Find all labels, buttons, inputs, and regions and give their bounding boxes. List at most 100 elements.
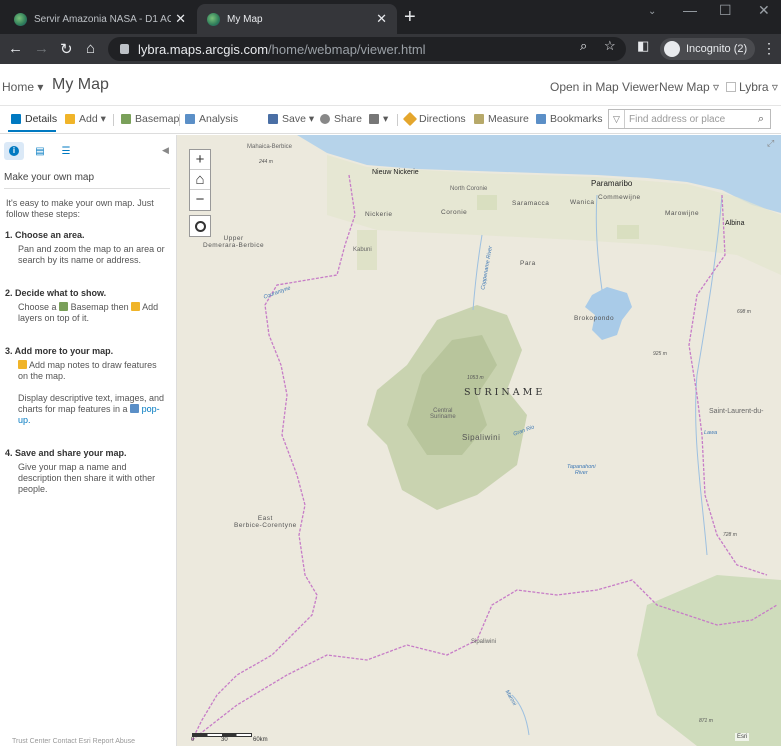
home-menu[interactable]: Home ▾: [2, 80, 43, 94]
measure-label: Measure: [488, 113, 529, 125]
basemap-button[interactable]: Basemap: [121, 113, 179, 125]
step-title: 2. Decide what to show.: [5, 288, 107, 298]
map-label-elevation: 1053 m: [467, 375, 484, 381]
collapse-sidebar-icon[interactable]: ◀: [162, 145, 169, 156]
step-body: Give your map a name and description the…: [18, 462, 156, 494]
map-label-nieuw-nickerie: Nieuw Nickerie: [372, 169, 419, 176]
address-bar[interactable]: lybra.maps.arcgis.com/home/webmap/viewer…: [108, 37, 626, 61]
esri-attribution[interactable]: Esri: [735, 733, 750, 741]
measure-button[interactable]: Measure: [474, 113, 529, 125]
coppename-river: [472, 234, 483, 311]
map-label-wanica: Wanica: [570, 199, 595, 206]
map-label-elevation: 925 m: [653, 351, 667, 357]
lock-icon: [120, 44, 129, 54]
search-input[interactable]: Find address or place: [625, 114, 752, 125]
user-avatar-icon: [726, 82, 736, 92]
map-label-east-berbice: East Berbice-Corentyne: [234, 515, 297, 529]
save-icon: [268, 114, 278, 124]
incognito-badge[interactable]: Incognito (2): [660, 38, 756, 60]
step-text: Choose a: [18, 302, 57, 312]
tab-search-icon[interactable]: ⌄: [648, 6, 656, 17]
home-icon[interactable]: ⌂: [86, 40, 95, 57]
map-label-nickerie: Nickerie: [365, 211, 393, 218]
map-label-marowijne: Marowijne: [665, 210, 700, 217]
tab-about[interactable]: i: [4, 142, 24, 160]
search-source-dropdown[interactable]: ▽: [609, 110, 625, 128]
map-label-lawa: Lawa: [704, 430, 718, 436]
tab-close-icon[interactable]: ✕: [175, 11, 186, 27]
browser-tab-servir[interactable]: Servir Amazonia NASA - D1 AGOL work ✕: [4, 4, 196, 34]
sidebar-heading: Make your own map: [4, 172, 170, 189]
default-extent-home-icon[interactable]: ⌂: [190, 170, 210, 190]
district-patch: [617, 225, 639, 239]
forward-arrow-icon[interactable]: →: [34, 40, 49, 57]
map-label-sipaliwini: Sipaliwini: [462, 433, 501, 442]
save-button[interactable]: Save ▾: [268, 113, 314, 125]
share-icon: [320, 114, 330, 124]
side-panel-icon[interactable]: ◧: [637, 38, 649, 54]
minimize-button[interactable]: —: [683, 2, 697, 18]
zoom-in-button[interactable]: +: [190, 150, 210, 170]
details-icon: [11, 114, 21, 124]
new-map-menu[interactable]: New Map ▿: [659, 80, 719, 94]
map-label-upper-demerara: Upper Demerara-Berbice: [203, 235, 265, 249]
maximize-button[interactable]: ☐: [719, 2, 732, 19]
search-icon[interactable]: ⌕: [752, 113, 770, 126]
tab-title: Servir Amazonia NASA - D1 AGOL work: [34, 13, 172, 25]
share-button[interactable]: Share: [320, 113, 362, 125]
reload-icon[interactable]: ↻: [60, 40, 73, 58]
bookmarks-button[interactable]: Bookmarks: [536, 113, 603, 125]
fullscreen-icon[interactable]: ⤢: [767, 138, 774, 149]
content-icon: ▤: [35, 145, 45, 157]
sidebar-footer-links[interactable]: Trust Center Contact Esri Report Abuse: [12, 738, 135, 745]
map-view[interactable]: + ⌂ − ⤢ Mahaica-Berbice 244 m Upper Deme…: [177, 135, 781, 746]
basemap-icon: [121, 114, 131, 124]
globe-favicon-icon: [207, 12, 220, 26]
browser-tab-my-map[interactable]: My Map ✕: [197, 4, 397, 34]
map-label-para: Para: [520, 260, 536, 267]
locate-button[interactable]: [189, 215, 211, 237]
share-label: Share: [334, 113, 363, 125]
page-title: My Map: [52, 76, 109, 93]
close-window-button[interactable]: ✕: [758, 2, 770, 19]
basemap-icon: [59, 302, 69, 311]
sidebar-instructions: It's easy to make your own map. Just fol…: [5, 198, 166, 517]
locate-icon: [194, 220, 206, 232]
zoom-out-button[interactable]: −: [190, 190, 210, 210]
step-title: 3. Add more to your map.: [5, 346, 114, 356]
intro-text: It's easy to make your own map. Just fol…: [6, 198, 154, 219]
details-button[interactable]: Details: [11, 113, 57, 125]
analysis-label: Analysis: [199, 113, 239, 125]
browser-menu-icon[interactable]: ⋮: [762, 40, 776, 57]
directions-button[interactable]: Directions: [402, 111, 466, 127]
step-text: Add map notes to draw features on the ma…: [18, 360, 157, 381]
add-button[interactable]: Add ▾: [65, 113, 106, 125]
district-patch: [477, 195, 497, 210]
map-label-brokopondo: Brokopondo: [574, 315, 615, 322]
new-tab-button[interactable]: +: [404, 6, 416, 29]
scale-label: 30: [221, 737, 228, 743]
incognito-icon: [664, 41, 680, 57]
directions-label: Directions: [419, 113, 466, 125]
incognito-label: Incognito (2): [686, 43, 748, 55]
step-title: 4. Save and share your map.: [5, 448, 127, 458]
tab-content[interactable]: ▤: [30, 142, 50, 160]
user-menu[interactable]: Lybra ▿: [726, 80, 778, 94]
zoom-search-icon[interactable]: ⌕: [580, 38, 587, 54]
toolbar-divider: [113, 114, 114, 126]
bookmark-star-icon[interactable]: ☆: [604, 38, 616, 54]
tab-legend[interactable]: ☰: [56, 142, 76, 160]
browser-tab-strip: Servir Amazonia NASA - D1 AGOL work ✕ My…: [0, 0, 781, 34]
address-search[interactable]: ▽ Find address or place ⌕: [608, 109, 771, 129]
tab-title: My Map: [227, 13, 263, 25]
tab-close-icon[interactable]: ✕: [376, 11, 387, 27]
open-in-map-viewer-link[interactable]: Open in Map Viewer: [550, 80, 659, 94]
step-4: 4. Save and share your map. Give your ma…: [5, 448, 166, 495]
analysis-button[interactable]: Analysis: [185, 113, 238, 125]
brokopondo-reservoir: [585, 287, 632, 340]
map-label-elevation: 244 m: [259, 159, 273, 165]
print-button[interactable]: ▾: [369, 113, 388, 125]
details-sidebar: i ▤ ☰ ◀ Make your own map It's easy to m…: [0, 135, 177, 746]
bookmarks-label: Bookmarks: [550, 113, 603, 125]
back-arrow-icon[interactable]: ←: [8, 40, 23, 57]
